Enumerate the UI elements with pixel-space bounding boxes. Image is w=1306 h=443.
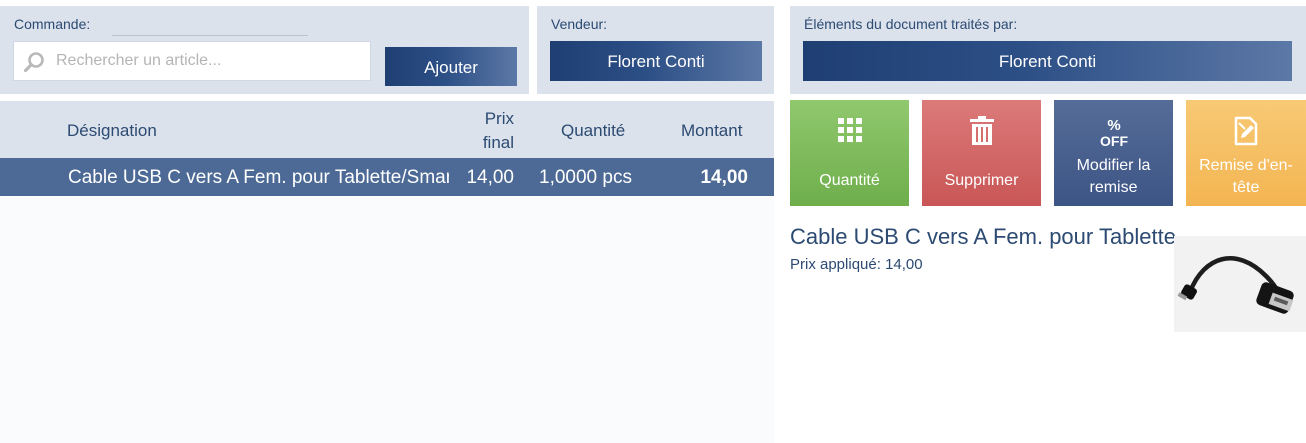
search-input[interactable] [56, 42, 356, 80]
delete-button[interactable]: Supprimer [922, 100, 1041, 206]
search-icon [23, 52, 44, 73]
document-edit-icon [1234, 116, 1258, 146]
seller-panel: Vendeur: Florent Conti [537, 6, 774, 94]
row-price: 14,00 [466, 167, 514, 188]
handler-button[interactable]: Florent Conti [803, 41, 1292, 81]
items-table: Désignation Prix final Quantité Montant … [0, 101, 774, 443]
table-header: Désignation Prix final Quantité Montant [0, 101, 774, 158]
quantity-button-label: Quantité [819, 172, 880, 189]
table-row[interactable]: Cable USB C vers A Fem. pour Tablette/Sm… [0, 158, 774, 196]
modify-discount-label: Modifier la remise [1076, 157, 1151, 196]
usb-otg-cable-image [1174, 236, 1306, 332]
modify-discount-button[interactable]: % OFF Modifier la remise [1054, 100, 1173, 206]
applied-price-value: 14,00 [885, 256, 923, 273]
svg-text:OFF: OFF [1100, 133, 1128, 148]
order-number-underline [112, 35, 308, 36]
delete-button-label: Supprimer [944, 172, 1019, 189]
applied-price-row: Prix appliqué: 14,00 [790, 256, 923, 273]
order-label: Commande: [14, 16, 91, 32]
row-quantity: 1,0000 pcs [539, 167, 632, 188]
quantity-button[interactable]: Quantité [790, 100, 909, 206]
grid-icon [837, 118, 862, 142]
order-panel: Commande: Ajouter [0, 6, 529, 94]
handler-label: Éléments du document traités par: [804, 16, 1018, 32]
row-amount: 14,00 [700, 167, 748, 188]
add-button[interactable]: Ajouter [385, 47, 517, 86]
header-discount-label: Remise d'en-tête [1199, 157, 1293, 196]
svg-text:%: % [1107, 117, 1120, 134]
handler-panel: Éléments du document traités par: Floren… [790, 6, 1306, 94]
seller-label: Vendeur: [551, 16, 608, 32]
applied-price-label: Prix appliqué: [790, 256, 881, 273]
column-header-amount[interactable]: Montant [681, 121, 742, 141]
row-designation: Cable USB C vers A Fem. pour Tablette/Sm… [68, 167, 449, 188]
seller-button[interactable]: Florent Conti [550, 41, 762, 81]
trash-icon [969, 116, 994, 145]
column-header-designation[interactable]: Désignation [67, 121, 157, 141]
column-header-price[interactable]: Prix final [460, 107, 514, 155]
product-detail-name: Cable USB C vers A Fem. pour Tablette/Sm… [790, 224, 1175, 249]
column-header-quantity[interactable]: Quantité [561, 121, 625, 141]
header-discount-button[interactable]: Remise d'en-tête [1186, 100, 1306, 206]
percent-off-icon: % OFF [1100, 117, 1128, 148]
pos-window: Commande: Ajouter Vendeur: Florent Conti… [0, 0, 1306, 443]
search-box[interactable] [13, 41, 371, 81]
